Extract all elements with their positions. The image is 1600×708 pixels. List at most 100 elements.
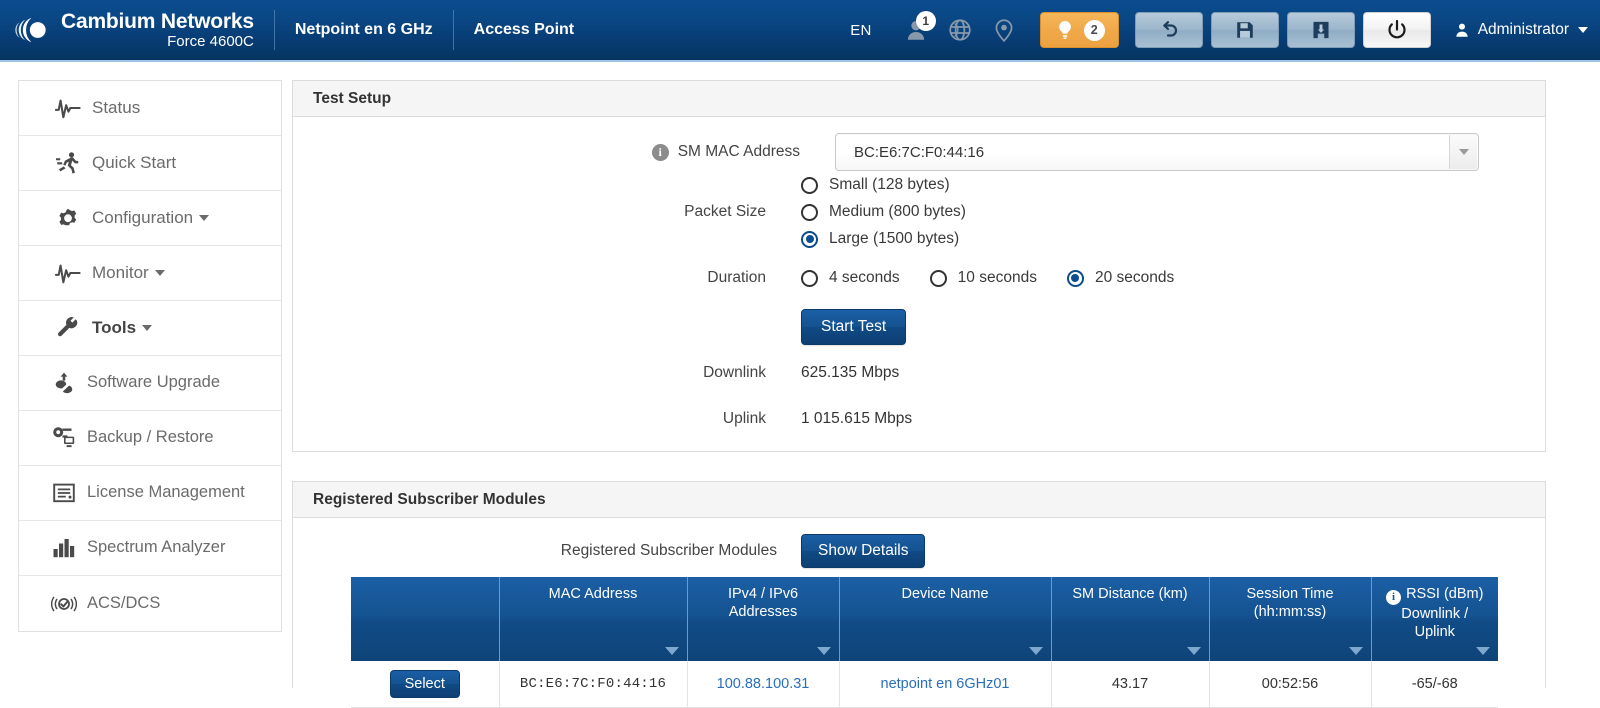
radio-icon[interactable] <box>801 269 818 287</box>
device-name: Netpoint en 6 GHz <box>294 21 433 38</box>
table-col-mac-address[interactable]: MAC Address <box>499 577 688 662</box>
export-icon <box>1313 21 1329 39</box>
sidebar-item-monitor[interactable]: Monitor <box>19 246 281 301</box>
cell-sm-distance: 43.17 <box>1051 661 1210 708</box>
duration-option-10s[interactable]: 10 seconds <box>929 269 1037 287</box>
radio-icon-selected[interactable] <box>801 230 818 248</box>
sidebar-item-acs-dcs[interactable]: ACS/DCS <box>19 576 281 631</box>
undo-icon <box>1162 21 1177 37</box>
gear-icon <box>53 206 83 230</box>
sidebar-item-backup-restore[interactable]: Backup / Restore <box>19 411 281 466</box>
duration-row: Duration 4 seconds 10 seconds 20 seconds <box>293 269 1479 287</box>
panel-title: Registered Subscriber Modules <box>293 482 1545 518</box>
brand-logo-block[interactable]: Cambium Networks Force 4600C <box>0 11 254 49</box>
test-setup-panel: Test Setup i SM MAC Address BC:E6:7C:F0:… <box>292 80 1546 452</box>
show-details-button[interactable]: Show Details <box>801 534 926 568</box>
select-arrow-button[interactable] <box>1449 135 1477 169</box>
duration-option-4s[interactable]: 4 seconds <box>801 269 900 287</box>
header-toolbar: EN 1 2 Administrator <box>850 10 1600 50</box>
duration-option-20s[interactable]: 20 seconds <box>1066 269 1174 287</box>
sort-arrow-icon[interactable] <box>1028 647 1043 656</box>
sidebar-item-tools[interactable]: Tools <box>19 301 281 356</box>
sidebar-item-quick-start[interactable]: Quick Start <box>19 136 281 191</box>
table-col-session-time[interactable]: Session Time (hh:mm:ss) <box>1209 577 1372 662</box>
chevron-down-icon <box>1458 149 1469 155</box>
sort-arrow-icon[interactable] <box>1476 647 1490 656</box>
packet-size-option-large[interactable]: Large (1500 bytes) <box>801 230 966 248</box>
pulse-icon <box>53 262 83 284</box>
panel-title: Test Setup <box>293 81 1545 117</box>
power-icon <box>1388 19 1406 39</box>
select-row-button[interactable]: Select <box>389 670 460 699</box>
column-label: SM Distance (km) <box>1072 586 1188 602</box>
packet-size-option-small[interactable]: Small (128 bytes) <box>801 176 966 194</box>
sidebar-item-license-management[interactable]: License Management <box>19 466 281 521</box>
info-icon[interactable]: i <box>651 143 669 161</box>
cell-select: Select <box>351 661 500 708</box>
sidebar-item-spectrum-analyzer[interactable]: Spectrum Analyzer <box>19 521 281 576</box>
packet-size-row: Packet Size Small (128 bytes) Medium (80… <box>293 176 1479 248</box>
undo-button[interactable] <box>1134 12 1203 48</box>
option-label: 10 seconds <box>957 269 1037 286</box>
wrench-icon <box>53 316 83 340</box>
info-icon[interactable]: i <box>1386 590 1402 605</box>
table-row[interactable]: Select BC:E6:7C:F0:44:16 100.88.100.31 n… <box>351 661 1498 708</box>
lightbulb-icon <box>1058 21 1071 39</box>
radio-icon-selected[interactable] <box>1066 269 1084 287</box>
sidebar-item-label: Quick Start <box>92 153 177 172</box>
upload-cloud-icon <box>49 371 79 395</box>
sort-arrow-icon[interactable] <box>1348 647 1363 656</box>
table-col-device-name[interactable]: Device Name <box>839 577 1052 662</box>
sort-arrow-icon[interactable] <box>664 647 679 656</box>
tips-count-badge: 2 <box>1083 19 1105 41</box>
account-menu[interactable]: Administrator <box>1453 21 1588 39</box>
acs-dcs-icon <box>49 593 79 615</box>
table-col-rssi[interactable]: i RSSI (dBm) Downlink / Uplink <box>1371 577 1498 662</box>
sort-arrow-icon[interactable] <box>816 647 831 656</box>
column-label: Device Name <box>901 586 989 602</box>
sidebar-nav: Status Quick Start Configuration Monitor… <box>18 80 282 632</box>
brand-name: Cambium Networks <box>61 10 254 34</box>
export-button[interactable] <box>1286 12 1355 48</box>
duration-label: Duration <box>707 269 766 286</box>
start-test-row: Start Test <box>293 309 1479 345</box>
sidebar-item-label: License Management <box>87 483 245 502</box>
table-col-select[interactable] <box>351 577 500 662</box>
floppy-disk-save-icon <box>1236 22 1253 38</box>
downlink-row: Downlink 625.135 Mbps <box>293 364 1479 382</box>
sort-arrow-icon[interactable] <box>1186 647 1201 656</box>
cambium-logo-icon <box>15 17 46 43</box>
packet-size-option-medium[interactable]: Medium (800 bytes) <box>801 203 966 221</box>
rsm-inline-label: Registered Subscriber Modules <box>560 542 777 559</box>
ip-address-link[interactable]: 100.88.100.31 <box>717 676 810 692</box>
location-pin-icon <box>995 19 1013 43</box>
cell-session-time: 00:52:56 <box>1209 661 1372 708</box>
device-name-link[interactable]: netpoint en 6GHz01 <box>881 676 1010 692</box>
radio-icon[interactable] <box>929 269 947 287</box>
globe-button[interactable] <box>938 10 982 50</box>
save-button[interactable] <box>1210 12 1279 48</box>
sidebar-item-software-upgrade[interactable]: Software Upgrade <box>19 356 281 411</box>
table-header-row: MAC Address IPv4 / IPv6 Addresses Device… <box>351 577 1498 662</box>
sidebar-item-configuration[interactable]: Configuration <box>19 191 281 246</box>
pulse-icon <box>53 97 83 119</box>
option-label: 4 seconds <box>829 269 900 286</box>
tips-button[interactable]: 2 <box>1039 12 1119 48</box>
sidebar-item-label: Backup / Restore <box>87 428 214 447</box>
table-col-ip-addresses[interactable]: IPv4 / IPv6 Addresses <box>687 577 840 662</box>
radio-icon[interactable] <box>801 176 818 194</box>
start-test-button[interactable]: Start Test <box>801 309 907 345</box>
table-col-sm-distance[interactable]: SM Distance (km) <box>1051 577 1210 662</box>
radio-icon[interactable] <box>801 203 818 221</box>
sidebar-item-status[interactable]: Status <box>19 81 281 136</box>
location-button[interactable] <box>982 10 1026 50</box>
column-label: Session Time <box>1246 586 1334 602</box>
option-label: Medium (800 bytes) <box>829 203 966 220</box>
sidebar-item-label: Spectrum Analyzer <box>87 538 226 557</box>
account-avatar-icon <box>1456 23 1468 37</box>
sm-mac-select[interactable]: BC:E6:7C:F0:44:16 <box>835 133 1479 171</box>
power-button[interactable] <box>1362 12 1431 48</box>
language-selector[interactable]: EN <box>850 22 871 39</box>
user-sessions-button[interactable]: 1 <box>894 10 938 50</box>
chevron-down-icon <box>142 325 153 331</box>
